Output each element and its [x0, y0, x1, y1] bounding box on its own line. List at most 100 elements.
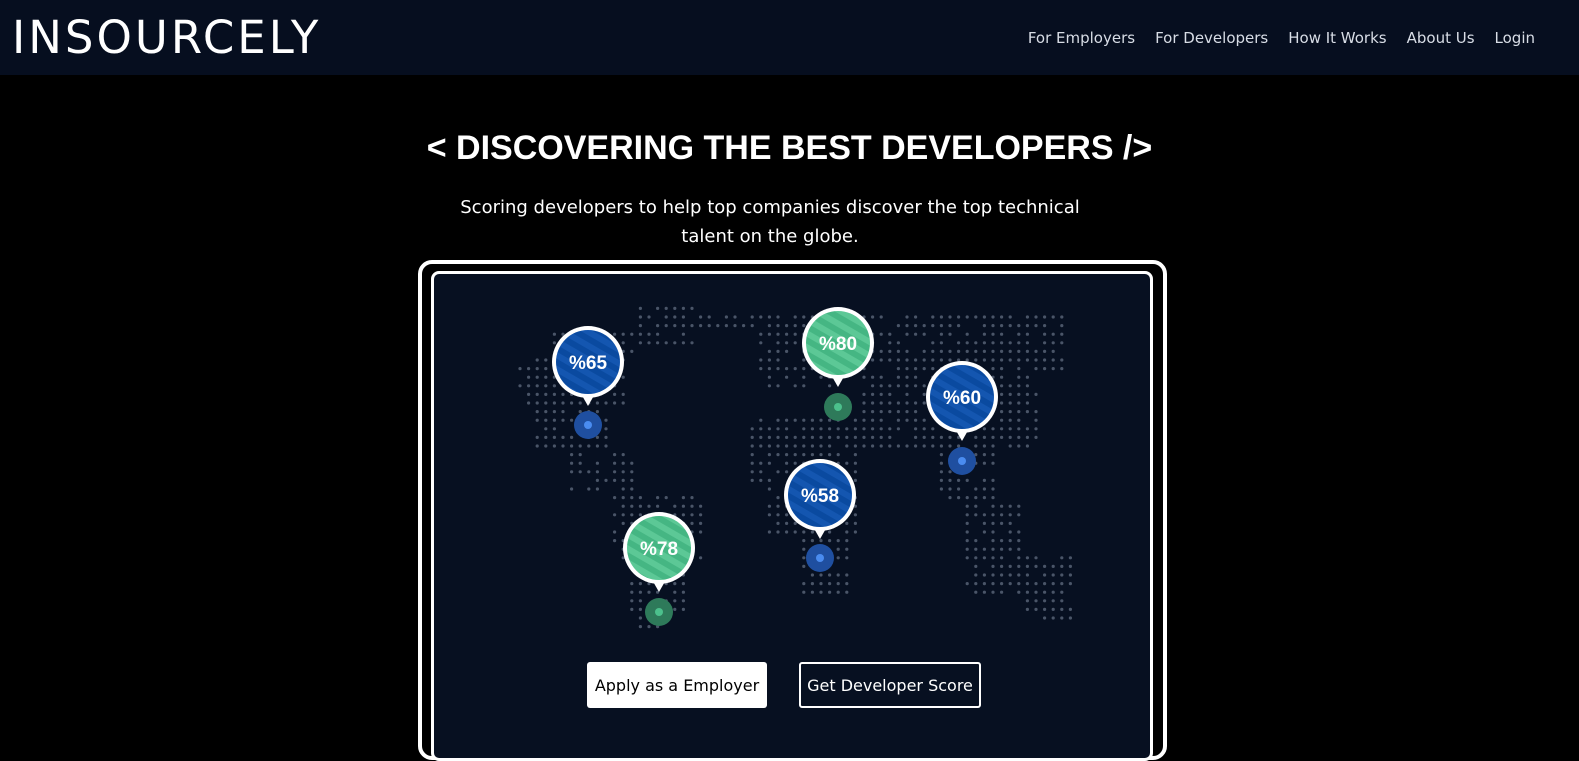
map-dot — [1000, 410, 1004, 414]
map-dot — [802, 324, 806, 328]
map-dot — [845, 435, 849, 439]
map-dot — [767, 530, 771, 534]
map-dot — [587, 470, 591, 474]
map-dot — [1008, 530, 1012, 534]
map-dot — [1017, 582, 1021, 586]
map-dot — [1000, 504, 1004, 508]
map-dot — [785, 418, 789, 422]
map-dot — [1017, 547, 1021, 551]
map-dot — [1008, 349, 1012, 353]
get-developer-score-button[interactable]: Get Developer Score — [799, 662, 981, 708]
map-dot — [914, 435, 918, 439]
map-dot — [982, 590, 987, 594]
map-dot — [828, 435, 832, 439]
map-dot — [853, 530, 857, 534]
map-dot — [922, 435, 926, 439]
map-dot — [681, 332, 685, 336]
map-dot — [1051, 599, 1055, 603]
map-dot — [785, 453, 789, 457]
map-dot — [767, 427, 771, 431]
map-dot — [767, 332, 771, 336]
map-dot — [613, 513, 617, 517]
map-dot — [630, 582, 634, 586]
nav-for-employers[interactable]: For Employers — [1028, 29, 1135, 47]
apply-employer-button[interactable]: Apply as a Employer — [587, 662, 767, 708]
map-dot — [552, 384, 556, 388]
map-dot — [845, 590, 849, 594]
map-dot — [1068, 564, 1072, 568]
map-dot — [948, 444, 952, 448]
map-dot — [914, 427, 918, 431]
map-dot — [819, 539, 823, 543]
map-dot — [853, 478, 857, 482]
map-dot — [1060, 590, 1064, 594]
map-dot — [544, 427, 548, 431]
map-dot — [1017, 427, 1021, 431]
map-dot — [1000, 324, 1004, 328]
map-dot — [1017, 358, 1021, 362]
map-dot — [1008, 401, 1012, 405]
map-dot — [879, 384, 883, 388]
map-dot — [991, 496, 995, 500]
map-dot — [767, 324, 771, 328]
map-dot — [905, 367, 909, 371]
map-dot — [862, 427, 866, 431]
map-dot — [922, 358, 926, 362]
map-dot — [613, 530, 617, 534]
map-dot — [587, 487, 591, 491]
map-dot — [1017, 392, 1021, 396]
map-dot — [1034, 315, 1038, 319]
map-dot — [922, 324, 926, 328]
nav-about-us[interactable]: About Us — [1407, 29, 1475, 47]
site-logo[interactable]: INSOURCELY — [12, 14, 321, 62]
map-dot — [1043, 367, 1047, 371]
map-dot — [802, 315, 806, 319]
map-dot — [776, 453, 780, 457]
map-dot — [767, 358, 771, 362]
map-dot — [948, 358, 952, 362]
map-dot — [595, 470, 599, 474]
map-dot — [905, 444, 909, 448]
map-dot — [896, 384, 900, 388]
map-dot — [785, 530, 789, 534]
map-dot — [819, 444, 823, 448]
map-dot — [630, 504, 634, 508]
map-dot — [699, 530, 703, 534]
map-dot — [793, 332, 797, 336]
map-dot — [982, 513, 987, 517]
map-dot — [793, 341, 797, 345]
map-dot — [776, 513, 780, 517]
map-dot — [1025, 607, 1029, 611]
map-dot — [793, 367, 797, 371]
map-dot — [638, 582, 642, 586]
map-dot — [759, 461, 763, 465]
map-dot — [793, 384, 797, 388]
map-dot — [561, 435, 565, 439]
map-dot — [1068, 607, 1072, 611]
map-dot — [965, 504, 969, 508]
map-dot — [793, 461, 797, 465]
map-dot — [767, 349, 771, 353]
map-dot — [982, 341, 987, 345]
map-dot — [845, 444, 849, 448]
map-dot — [673, 324, 677, 328]
map-dot — [939, 315, 943, 319]
nav-for-developers[interactable]: For Developers — [1155, 29, 1268, 47]
map-dot — [1043, 599, 1047, 603]
nav-how-it-works[interactable]: How It Works — [1288, 29, 1386, 47]
map-dot — [828, 427, 832, 431]
map-dot — [991, 444, 995, 448]
map-dot — [1017, 367, 1021, 371]
map-dot — [982, 573, 987, 577]
map-dot — [776, 504, 780, 508]
map-dot — [793, 444, 797, 448]
map-dot — [922, 401, 926, 405]
nav-login[interactable]: Login — [1495, 29, 1535, 47]
map-dot — [1000, 315, 1004, 319]
map-dot — [776, 521, 780, 525]
map-dot — [681, 513, 685, 517]
map-dot — [681, 590, 685, 594]
map-dot — [776, 315, 780, 319]
map-dot — [879, 375, 883, 379]
map-dot — [1017, 504, 1021, 508]
